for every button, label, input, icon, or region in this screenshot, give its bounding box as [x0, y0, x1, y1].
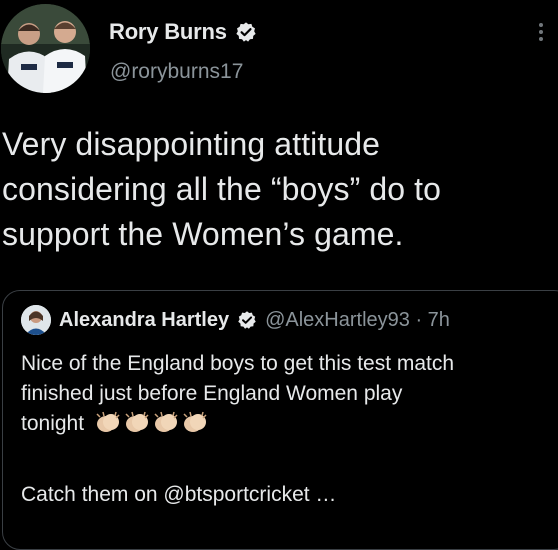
verified-badge-icon	[237, 310, 257, 330]
author-avatar[interactable]	[1, 4, 90, 93]
quoted-text: Nice of the England boys to get this tes…	[21, 349, 551, 439]
quoted-display-name[interactable]: Alexandra Hartley	[59, 309, 229, 332]
clapping-hands-emoji-icon	[125, 411, 149, 432]
quoted-cta-text[interactable]: Catch them on @btsportcricket …	[21, 483, 336, 507]
author-display-name[interactable]: Rory Burns	[109, 19, 227, 45]
more-vertical-icon[interactable]	[536, 20, 546, 50]
quoted-handle-time[interactable]: @AlexHartley93 · 7h	[265, 309, 450, 332]
verified-badge-icon	[235, 21, 257, 43]
author-handle[interactable]: @roryburns17	[110, 60, 243, 84]
clapping-hands-emoji-icon	[154, 411, 178, 432]
quoted-text-line: tonight	[21, 412, 85, 435]
tweet-text: Very disappointing attitude considering …	[2, 126, 441, 252]
tweet: Rory Burns @roryburns17 Very disappointi…	[0, 0, 558, 550]
author-name-row: Rory Burns	[109, 17, 257, 47]
clapping-hands-emoji-icon	[96, 411, 120, 432]
quoted-text-line: Nice of the England boys to get this tes…	[21, 352, 455, 375]
quoted-author-avatar[interactable]	[21, 305, 51, 335]
clapping-hands-emoji-group	[94, 410, 209, 434]
clapping-hands-emoji-icon	[183, 411, 207, 432]
quoted-tweet[interactable]: Alexandra Hartley @AlexHartley93 · 7h Ni…	[2, 290, 558, 550]
quoted-header: Alexandra Hartley @AlexHartley93 · 7h	[21, 305, 450, 335]
quoted-text-line-with-emoji: tonight	[21, 409, 551, 439]
quoted-text-line: finished just before England Women play	[21, 382, 403, 405]
